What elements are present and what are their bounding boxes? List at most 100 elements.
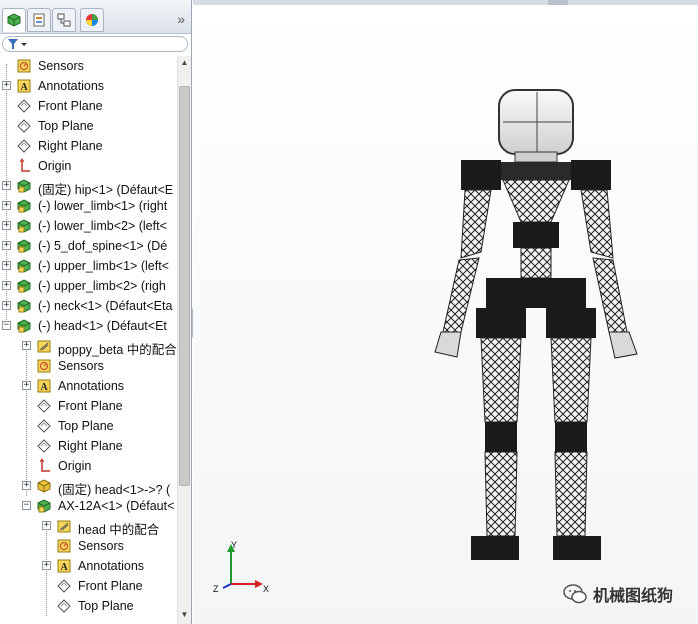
expand-icon[interactable]: +: [2, 221, 11, 230]
annotations-icon: A: [56, 558, 72, 574]
feature-tree: Sensors + A Annotations Front Plane Top Plane…: [0, 56, 177, 624]
tree-item[interactable]: − (-) head<1> (Défaut<Et: [0, 316, 177, 336]
panel-tab-strip: »: [0, 0, 191, 34]
expand-icon[interactable]: +: [22, 481, 31, 490]
mates-folder-icon: [36, 338, 52, 354]
tree-item[interactable]: + (固定) hip<1> (Défaut<E: [0, 176, 177, 197]
tree-item-label: Right Plane: [38, 139, 103, 153]
tree-item-label: AX-12A<1> (Défaut<: [58, 499, 175, 513]
viewport-top-strip: [193, 0, 698, 5]
tree-item[interactable]: Sensors: [0, 56, 177, 76]
tree-item[interactable]: + head 中的配合: [0, 516, 177, 537]
tree-item-label: Origin: [38, 159, 72, 173]
property-manager-tab[interactable]: [27, 8, 51, 32]
triad-x-label: X: [263, 584, 269, 594]
collapse-icon[interactable]: −: [2, 321, 11, 330]
expand-icon[interactable]: +: [2, 81, 11, 90]
collapse-panel-button[interactable]: »: [177, 11, 185, 27]
component-part-icon: [16, 178, 32, 194]
filter-icon: [8, 39, 27, 49]
expand-icon[interactable]: +: [2, 301, 11, 310]
featuremanager-tab[interactable]: [2, 8, 26, 32]
tree-item[interactable]: + (-) neck<1> (Défaut<Eta: [0, 296, 177, 316]
plane-icon: [56, 598, 72, 614]
graphics-viewport[interactable]: Y Z X 机械图纸狗: [193, 0, 698, 624]
component-part-icon: [16, 278, 32, 294]
configuration-manager-tab[interactable]: [52, 8, 76, 32]
tree-item[interactable]: + (-) upper_limb<2> (righ: [0, 276, 177, 296]
fixed-component-icon: [36, 478, 52, 494]
tree-item[interactable]: Top Plane: [0, 596, 177, 616]
plane-icon: [36, 418, 52, 434]
display-manager-tab-icon: [86, 14, 98, 26]
tree-item[interactable]: + A Annotations: [0, 76, 177, 96]
tree-item-label: Top Plane: [58, 419, 114, 433]
viewport-top-button[interactable]: [548, 0, 568, 5]
origin-icon: [36, 458, 52, 474]
component-part-icon: [16, 238, 32, 254]
robot-model[interactable]: [431, 82, 641, 568]
tree-item[interactable]: + (固定) head<1>->? (: [0, 476, 177, 497]
tree-item[interactable]: Right Plane: [0, 136, 177, 156]
expand-icon[interactable]: +: [2, 241, 11, 250]
tree-item-label: (-) lower_limb<2> (left<: [38, 219, 167, 233]
tree-item-label: Sensors: [78, 539, 124, 553]
tree-item[interactable]: Front Plane: [0, 96, 177, 116]
tree-item-label: (-) head<1> (Défaut<Et: [38, 319, 167, 333]
tree-item[interactable]: + A Annotations: [0, 376, 177, 396]
tree-item[interactable]: + (-) lower_limb<2> (left<: [0, 216, 177, 236]
sensors-icon: [56, 538, 72, 554]
tree-scrollbar[interactable]: ▲ ▼: [177, 56, 191, 624]
scroll-down-arrow-icon[interactable]: ▼: [178, 610, 191, 622]
plane-icon: [36, 398, 52, 414]
axis-triad-icon: Y Z X: [213, 540, 269, 594]
tree-item[interactable]: Front Plane: [0, 576, 177, 596]
tree-item-label: Top Plane: [38, 119, 94, 133]
expand-icon[interactable]: +: [2, 201, 11, 210]
tree-item[interactable]: + A Annotations: [0, 556, 177, 576]
tree-item-label: Annotations: [58, 379, 125, 393]
tree-item[interactable]: Top Plane: [0, 116, 177, 136]
component-part-icon: [36, 498, 52, 514]
plane-icon: [16, 138, 32, 154]
origin-icon: [16, 158, 32, 174]
tree-item[interactable]: Sensors: [0, 356, 177, 376]
scroll-thumb[interactable]: [179, 86, 190, 486]
featuremanager-tab-icon: [7, 13, 21, 27]
display-manager-tab[interactable]: [80, 8, 104, 32]
tree-item[interactable]: Top Plane: [0, 416, 177, 436]
tree-item[interactable]: Front Plane: [0, 396, 177, 416]
tree-item[interactable]: Origin: [0, 156, 177, 176]
triad-y-label: Y: [231, 540, 237, 550]
expand-icon[interactable]: +: [42, 521, 51, 530]
tree-item[interactable]: Origin: [0, 456, 177, 476]
expand-icon[interactable]: +: [2, 281, 11, 290]
annotations-icon: A: [16, 78, 32, 94]
tree-item[interactable]: + (-) upper_limb<1> (left<: [0, 256, 177, 276]
plane-icon: [56, 578, 72, 594]
tree-item[interactable]: − AX-12A<1> (Défaut<: [0, 496, 177, 516]
tree-item[interactable]: + poppy_beta 中的配合: [0, 336, 177, 357]
component-part-icon: [16, 298, 32, 314]
plane-icon: [16, 118, 32, 134]
expand-icon[interactable]: +: [2, 181, 11, 190]
collapse-icon[interactable]: −: [22, 501, 31, 510]
tree-item-label: (-) upper_limb<1> (left<: [38, 259, 169, 273]
tree-item[interactable]: + (-) lower_limb<1> (right: [0, 196, 177, 216]
tree-item[interactable]: + (-) 5_dof_spine<1> (Dé: [0, 236, 177, 256]
expand-icon[interactable]: +: [42, 561, 51, 570]
expand-icon[interactable]: +: [2, 261, 11, 270]
tree-item-label: (-) 5_dof_spine<1> (Dé: [38, 239, 168, 253]
tree-item-label: Front Plane: [78, 579, 143, 593]
tree-item[interactable]: Right Plane: [0, 436, 177, 456]
watermark-text: 机械图纸狗: [593, 588, 674, 605]
expand-icon[interactable]: +: [22, 381, 31, 390]
tree-item-label: (-) lower_limb<1> (right: [38, 199, 168, 213]
tree-filter-input[interactable]: [2, 36, 188, 52]
svg-text:A: A: [21, 82, 29, 93]
tree-item[interactable]: Sensors: [0, 536, 177, 556]
expand-icon[interactable]: +: [22, 341, 31, 350]
tree-item-label: (-) upper_limb<2> (righ: [38, 279, 166, 293]
solidworks-window: » Sensors + A Annotations Front Plane Top Pla…: [0, 0, 698, 624]
scroll-up-arrow-icon[interactable]: ▲: [178, 58, 191, 70]
